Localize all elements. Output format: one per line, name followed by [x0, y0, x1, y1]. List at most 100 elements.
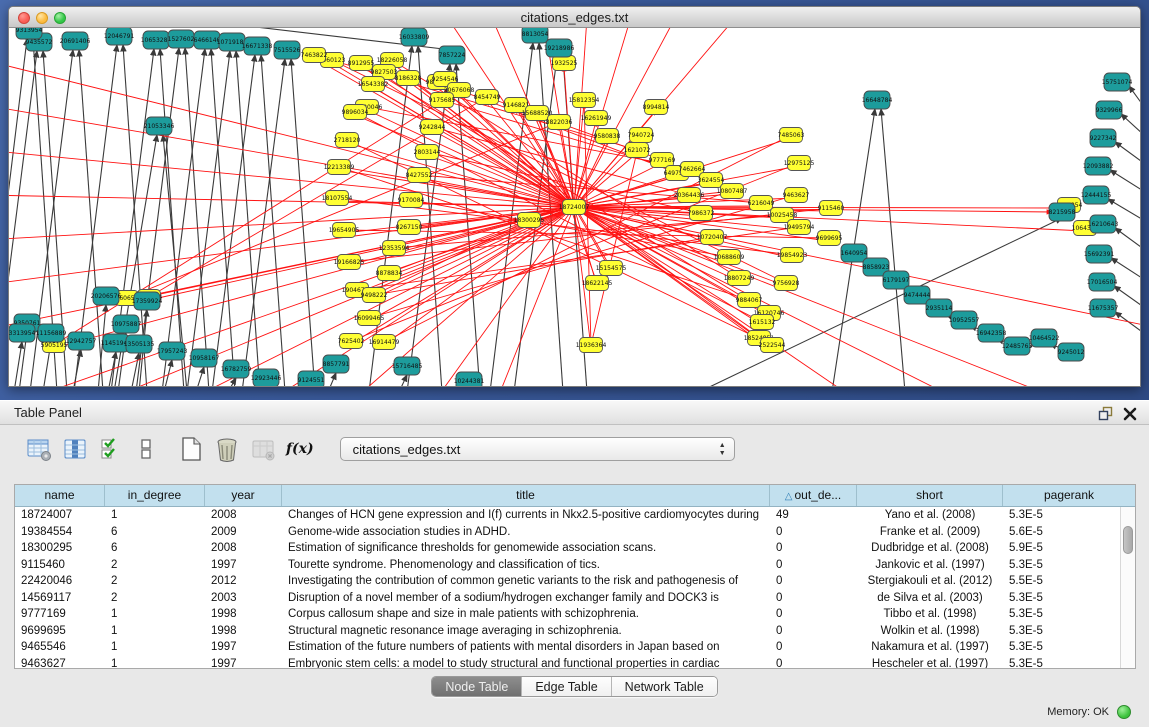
graph-node[interactable]: 10807487	[717, 184, 748, 199]
graph-node[interactable]: 15751074	[1102, 73, 1133, 91]
graph-node[interactable]: 9329966	[1096, 101, 1123, 119]
column-header-title[interactable]: title	[282, 485, 770, 506]
graph-node[interactable]: 7485063	[778, 128, 805, 143]
graph-node[interactable]: 11936364	[576, 338, 607, 353]
graph-node[interactable]: 12213389	[324, 160, 355, 175]
new-document-icon[interactable]	[178, 436, 204, 462]
graph-node[interactable]: 15716485	[392, 357, 423, 375]
graph-node[interactable]: 9884067	[736, 293, 763, 308]
table-row[interactable]: 1938455462009Genome-wide association stu…	[15, 524, 1135, 541]
graph-node[interactable]: 3624554	[698, 173, 725, 188]
graph-node[interactable]: 2522544	[759, 338, 786, 353]
graph-node[interactable]: 16261949	[581, 111, 612, 126]
network-graph[interactable]: 1872400718300295896012389129551822605898…	[9, 28, 1140, 386]
graph-node[interactable]: 9227342	[1090, 129, 1117, 147]
graph-node[interactable]: 2718120	[334, 133, 361, 148]
graph-node[interactable]: 17016504	[1087, 273, 1118, 291]
table-header-row[interactable]: namein_degreeyeartitle△out_de...shortpag…	[15, 485, 1135, 507]
table-row[interactable]: 946554611997Estimation of the future num…	[15, 639, 1135, 656]
graph-node[interactable]: 8454749	[474, 90, 501, 105]
graph-node[interactable]: 6216049	[748, 196, 775, 211]
graph-node[interactable]: 10952557	[949, 311, 980, 329]
graph-node[interactable]: 7463822	[301, 48, 328, 63]
table-row[interactable]: 946362711997Embryonic stem cells: a mode…	[15, 656, 1135, 670]
close-window-button[interactable]	[18, 12, 30, 24]
graph-node[interactable]: 21053346	[144, 117, 175, 135]
table-settings-icon[interactable]	[26, 436, 52, 462]
graph-node[interactable]: 19495794	[784, 220, 815, 235]
graph-node[interactable]: 19654905	[329, 223, 360, 238]
graph-node[interactable]: 19854923	[777, 248, 808, 263]
graph-node[interactable]: 16782759	[221, 360, 252, 378]
graph-node[interactable]: 15812354	[569, 93, 600, 108]
graph-node[interactable]: 12046791	[104, 28, 135, 45]
graph-node[interactable]: 9115460	[818, 201, 845, 216]
table-row[interactable]: 1456911722003Disruption of a novel membe…	[15, 590, 1135, 607]
column-header-short[interactable]: short	[857, 485, 1003, 506]
graph-node[interactable]: 7515526	[274, 41, 301, 59]
graph-node[interactable]: 17359924	[132, 292, 163, 310]
graph-node[interactable]: 8427552	[406, 168, 433, 183]
column-header-pagerank[interactable]: pagerank	[1003, 485, 1135, 506]
graph-node[interactable]: 9463627	[783, 188, 810, 203]
network-canvas[interactable]: 1872400718300295896012389129551822605898…	[9, 28, 1140, 386]
graph-node[interactable]: 9498222	[361, 288, 388, 303]
graph-node[interactable]: 17957243	[157, 342, 188, 360]
column-header-name[interactable]: name	[15, 485, 105, 506]
graph-node[interactable]: 7986372	[688, 206, 715, 221]
row-height-icon[interactable]	[134, 436, 160, 462]
tab-network-table[interactable]: Network Table	[611, 677, 717, 696]
table-body[interactable]: 1872400712008Changes of HCN gene express…	[15, 507, 1135, 669]
graph-node[interactable]: 12942757	[66, 332, 97, 350]
vertical-scrollbar[interactable]	[1120, 507, 1135, 668]
graph-node[interactable]: 9580838	[594, 129, 621, 144]
graph-node[interactable]: 12353594	[379, 241, 410, 256]
table-row[interactable]: 977716911998Corpus callosum shape and si…	[15, 606, 1135, 623]
graph-node[interactable]: 19218986	[544, 39, 575, 57]
graph-node[interactable]: 9313954	[16, 28, 43, 39]
graph-node[interactable]: 8186328	[395, 71, 422, 86]
graph-node[interactable]: 16099465	[354, 311, 385, 326]
graph-node[interactable]: 8994814	[643, 100, 670, 115]
network-view-window[interactable]: citations_edges.txt 18724007183002958960…	[8, 6, 1141, 387]
graph-node[interactable]: 20364436	[674, 188, 705, 203]
window-titlebar[interactable]: citations_edges.txt	[9, 7, 1140, 28]
graph-node[interactable]: 12444155	[1081, 186, 1112, 204]
graph-node[interactable]: 15154575	[596, 261, 627, 276]
graph-node[interactable]: 16914479	[369, 335, 400, 350]
graph-node[interactable]: 9242844	[419, 120, 446, 135]
select-all-checkmarks-icon[interactable]	[98, 436, 124, 462]
graph-node[interactable]: 9170084	[398, 193, 425, 208]
tab-node-table[interactable]: Node Table	[432, 677, 521, 696]
graph-node[interactable]: 18724007	[559, 200, 590, 215]
graph-node[interactable]: 8267150	[396, 220, 423, 235]
graph-node[interactable]: 8813054	[522, 28, 549, 43]
graph-node[interactable]: 7857224	[439, 46, 466, 64]
table-chooser-dropdown[interactable]: citations_edges.txt ▲▼	[340, 437, 735, 461]
column-header-out_de[interactable]: △out_de...	[770, 485, 857, 506]
graph-node[interactable]: 8215958	[1049, 203, 1076, 221]
graph-node[interactable]: 9699695	[816, 231, 843, 246]
minimize-window-button[interactable]	[36, 12, 48, 24]
close-panel-icon[interactable]	[1123, 405, 1137, 429]
tab-edge-table[interactable]: Edge Table	[521, 677, 610, 696]
graph-node[interactable]: 7625402	[338, 334, 365, 349]
graph-node[interactable]: 13505135	[124, 335, 155, 353]
graph-node[interactable]: 10244381	[454, 372, 485, 386]
graph-node[interactable]: 12093882	[1083, 157, 1114, 175]
graph-node[interactable]: 16543382	[358, 77, 389, 92]
graph-node[interactable]: 11156889	[36, 324, 67, 342]
graph-node[interactable]: 2935114	[926, 299, 953, 317]
graph-node[interactable]: 18107554	[322, 191, 353, 206]
graph-node[interactable]: 8878834	[376, 266, 403, 281]
graph-node[interactable]: 10720407	[697, 230, 728, 245]
graph-node[interactable]: 18622145	[582, 276, 613, 291]
graph-node[interactable]: 3313954	[9, 324, 36, 342]
graph-node[interactable]: 1615132	[749, 315, 776, 330]
scrollbar-thumb[interactable]	[1123, 526, 1133, 554]
zoom-window-button[interactable]	[54, 12, 66, 24]
graph-node[interactable]: 1621072	[624, 143, 651, 158]
graph-node[interactable]: 9896034	[342, 105, 369, 120]
graph-node[interactable]: 11675357	[1088, 299, 1119, 317]
graph-node[interactable]: 19166825	[334, 255, 365, 270]
